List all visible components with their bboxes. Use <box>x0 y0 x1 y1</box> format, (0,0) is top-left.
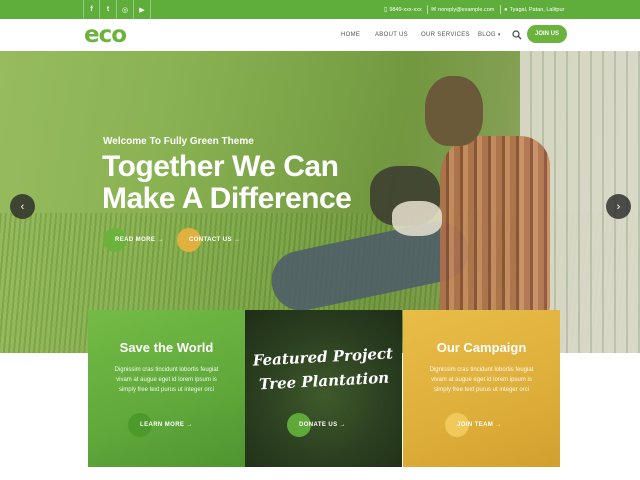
address-contact: ● Tyagal, Patan, Lalitpur <box>504 0 564 19</box>
facebook-glyph: f <box>90 6 93 13</box>
read-more-label: READ MORE → <box>115 237 164 243</box>
feature-title: Our Campaign <box>436 340 527 355</box>
join-team-button[interactable]: JOIN TEAM → <box>445 413 502 437</box>
hero-person-head <box>425 76 483 146</box>
location-pin-icon: ● <box>504 6 508 13</box>
hero-title-line-2: Make A Difference <box>102 182 352 215</box>
top-bar: f t ◎ ▶ ▯ 9849-xxx-xxx ✉ noreply@example… <box>0 0 640 19</box>
address-text: Tyagal, Patan, Lalitpur <box>509 6 565 13</box>
feature-text: Dignissim cras tincidunt lobortis feugia… <box>114 367 219 393</box>
youtube-icon[interactable]: ▶ <box>134 0 151 19</box>
site-logo[interactable]: eco <box>84 23 127 47</box>
site-header: eco HOME ABOUT US OUR SERVICES BLOG ▾ JO… <box>0 19 640 51</box>
join-us-button[interactable]: JOIN US <box>527 25 567 43</box>
phone-text: 9849-xxx-xxx <box>389 6 422 13</box>
feature-box-campaign: Our Campaign Dignissim cras tincidunt lo… <box>403 310 560 467</box>
featured-project-title: Featured Project Tree Plantation <box>245 341 402 397</box>
read-more-button[interactable]: READ MORE → <box>103 228 164 252</box>
phone-contact[interactable]: ▯ 9849-xxx-xxx <box>384 0 422 19</box>
twitter-glyph: t <box>106 6 110 13</box>
nav-blog-label: BLOG <box>478 32 496 38</box>
nav-home[interactable]: HOME <box>341 19 360 51</box>
learn-more-label: LEARN MORE → <box>140 422 193 428</box>
join-team-label: JOIN TEAM → <box>457 422 502 428</box>
contact-us-button[interactable]: CONTACT US → <box>177 228 240 252</box>
search-icon[interactable] <box>511 29 523 41</box>
facebook-icon[interactable]: f <box>83 0 100 19</box>
hero-title: Together We Can Make A Difference <box>102 150 352 215</box>
youtube-glyph: ▶ <box>139 6 145 14</box>
donate-us-label: DONATE US → <box>299 422 346 428</box>
nav-our-services[interactable]: OUR SERVICES <box>421 19 470 51</box>
instagram-glyph: ◎ <box>121 6 129 14</box>
nav-blog[interactable]: BLOG ▾ <box>478 19 501 51</box>
hero-slider: Welcome To Fully Green Theme Together We… <box>0 51 640 353</box>
hero-title-line-1: Together We Can <box>102 150 339 183</box>
mail-icon: ✉ <box>431 7 437 13</box>
feature-title: Save the World <box>119 340 214 355</box>
chevron-down-icon: ▾ <box>497 32 501 38</box>
phone-icon: ▯ <box>384 7 388 13</box>
contact-us-label: CONTACT US → <box>189 237 241 243</box>
hero-person-shirt <box>440 136 550 316</box>
feature-box-save-world: Save the World Dignissim cras tincidunt … <box>88 310 245 467</box>
divider <box>427 5 428 14</box>
chevron-right-icon: › <box>616 200 621 213</box>
instagram-icon[interactable]: ◎ <box>117 0 134 19</box>
hero-dog-patch <box>392 201 442 236</box>
email-contact[interactable]: ✉ noreply@example.com <box>431 0 494 19</box>
hero-subtitle: Welcome To Fully Green Theme <box>103 136 254 147</box>
slider-prev-button[interactable]: ‹ <box>10 194 35 219</box>
feature-box-project: Featured Project Tree Plantation DONATE … <box>245 310 402 467</box>
nav-about-us[interactable]: ABOUT US <box>375 19 408 51</box>
twitter-icon[interactable]: t <box>100 0 117 19</box>
divider <box>500 5 501 14</box>
email-text: noreply@example.com <box>438 6 495 13</box>
chevron-left-icon: ‹ <box>20 200 25 213</box>
feature-text: Dignissim cras tincidunt lobortis feugia… <box>429 367 534 393</box>
slider-next-button[interactable]: › <box>606 194 631 219</box>
donate-us-button[interactable]: DONATE US → <box>287 413 346 437</box>
learn-more-button[interactable]: LEARN MORE → <box>128 413 193 437</box>
